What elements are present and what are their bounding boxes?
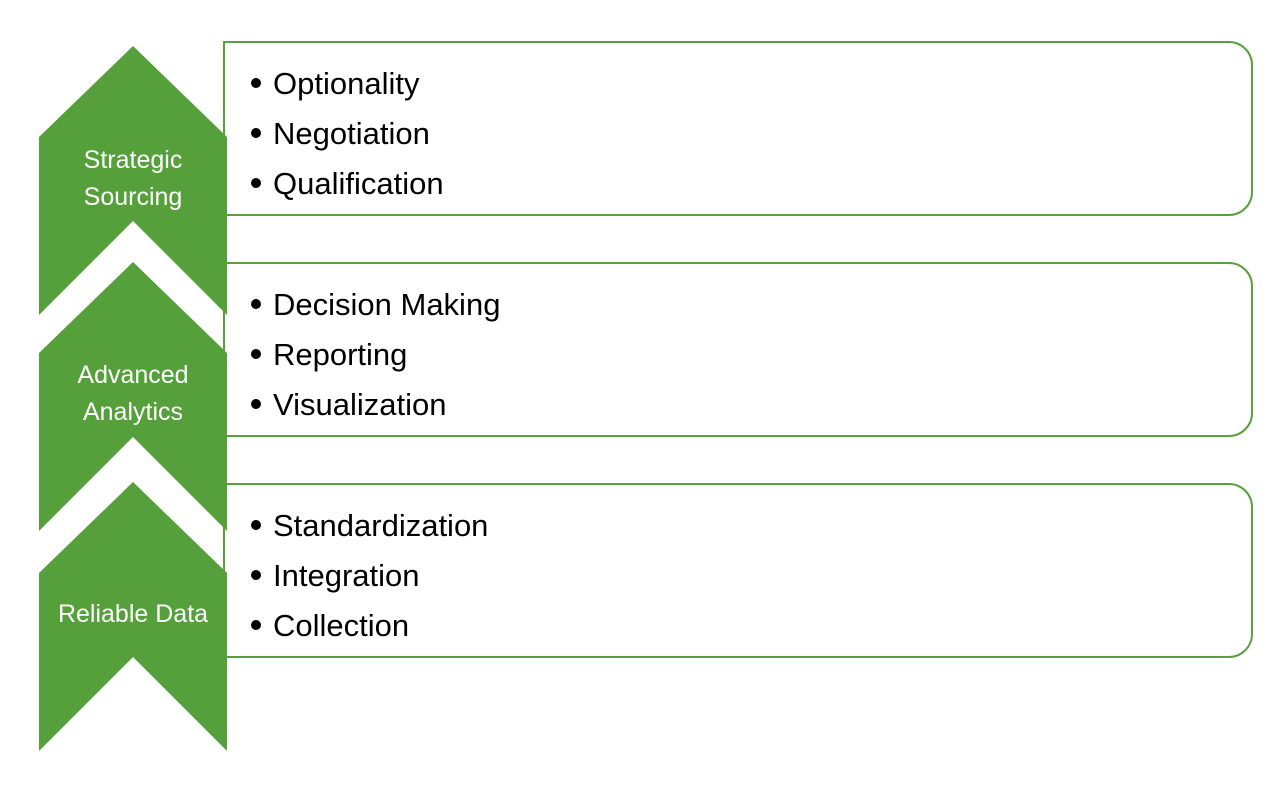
chevron-label: Reliable Data [57, 600, 209, 628]
chevron-label: Advanced Analytics [77, 361, 189, 426]
chevron-label: Strategic Sourcing [83, 146, 183, 211]
diagram: Optionality Negotiation Qualification De… [0, 0, 1287, 801]
